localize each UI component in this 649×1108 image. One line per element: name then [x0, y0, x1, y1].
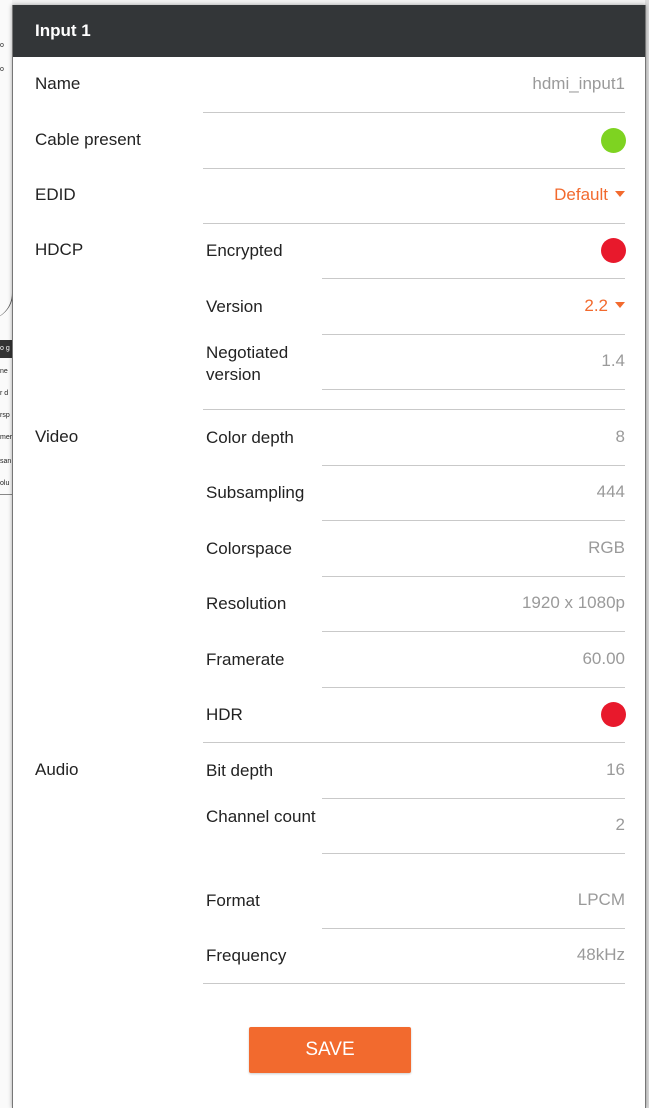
cable-present-label: Cable present — [35, 130, 141, 149]
background-text-fragment: mer — [0, 434, 12, 441]
cable-present-status-indicator — [601, 128, 626, 153]
background-text-fragment: ne — [0, 368, 8, 375]
encrypted-status-indicator — [601, 238, 626, 263]
channel-count-label: Channel count — [206, 807, 316, 826]
channel-count-value: 2 — [615, 815, 625, 834]
hdcp-version-dropdown[interactable]: 2.2 — [584, 296, 625, 316]
background-text-fragment: r d — [0, 390, 9, 397]
field-row-video-framerate: Framerate 60.00 — [13, 632, 645, 688]
frequency-label: Frequency — [206, 946, 287, 965]
save-button[interactable]: SAVE — [249, 1027, 411, 1073]
field-row-video-hdr: HDR — [13, 687, 645, 743]
colorspace-value: RGB — [588, 538, 625, 557]
version-label: Version — [206, 297, 263, 316]
bit-depth-label: Bit depth — [206, 761, 274, 780]
field-row-edid: EDID Default — [13, 168, 645, 224]
background-text-fragment: olu — [0, 480, 10, 487]
edid-dropdown-value: Default — [554, 185, 608, 204]
hdcp-version-dropdown-value: 2.2 — [584, 296, 608, 315]
background-text-fragment: o — [0, 66, 4, 73]
row-divider — [203, 983, 625, 984]
field-row-hdcp-encrypted: HDCP Encrypted — [13, 223, 645, 279]
panel-title: Input 1 — [35, 21, 91, 40]
resolution-value: 1920 x 1080p — [521, 593, 625, 612]
resolution-label: Resolution — [206, 594, 287, 613]
field-row-cable-present: Cable present — [13, 113, 645, 169]
field-row-hdcp-version: Version 2.2 — [13, 279, 645, 335]
field-row-video-subsampling: Subsampling 444 — [13, 465, 645, 521]
chevron-down-icon — [615, 191, 625, 197]
subsampling-value: 444 — [596, 482, 625, 501]
field-row-audio-channel-count: Channel count 2 — [13, 798, 645, 854]
background-divider — [0, 494, 12, 495]
field-row-audio-format: Format LPCM — [13, 873, 645, 929]
field-row-video-resolution: Resolution 1920 x 1080p — [13, 576, 645, 632]
field-row-hdcp-negotiated-version: Negotiated version 1.4 — [13, 334, 645, 390]
audio-section-label: Audio — [35, 760, 79, 779]
background-page-left: o o o g ne r d rsp mer san olu — [0, 0, 12, 1108]
name-label: Name — [35, 74, 81, 93]
background-text-fragment: san — [0, 458, 12, 465]
hdr-label: HDR — [206, 705, 243, 724]
hdcp-section-label: HDCP — [35, 240, 84, 259]
field-row-video-color-depth: Video Color depth 8 — [13, 410, 645, 466]
color-depth-label: Color depth — [206, 428, 294, 447]
name-value: hdmi_input1 — [532, 74, 625, 93]
edid-dropdown[interactable]: Default — [554, 185, 625, 205]
background-curve — [0, 230, 12, 320]
row-divider — [322, 389, 625, 390]
framerate-label: Framerate — [206, 650, 285, 669]
format-value: LPCM — [577, 890, 625, 909]
background-text-fragment: o g — [0, 345, 10, 352]
input-settings-panel: Input 1 Name hdmi_input1 Cable present E… — [12, 5, 646, 1108]
field-row-name: Name hdmi_input1 — [13, 57, 645, 113]
hdr-status-indicator — [601, 702, 626, 727]
chevron-down-icon — [615, 302, 625, 308]
bit-depth-value: 16 — [606, 760, 625, 779]
background-text-fragment: rsp — [0, 412, 10, 419]
framerate-value: 60.00 — [582, 649, 625, 668]
negotiated-version-value: 1.4 — [601, 351, 625, 370]
background-text-fragment: o — [0, 42, 4, 49]
field-row-audio-bit-depth: Audio Bit depth 16 — [13, 743, 645, 799]
colorspace-label: Colorspace — [206, 539, 292, 558]
field-row-video-colorspace: Colorspace RGB — [13, 521, 645, 577]
panel-header: Input 1 — [13, 5, 645, 57]
color-depth-value: 8 — [615, 427, 625, 446]
encrypted-label: Encrypted — [206, 241, 283, 260]
edid-label: EDID — [35, 185, 76, 204]
subsampling-label: Subsampling — [206, 483, 305, 502]
video-section-label: Video — [35, 427, 79, 446]
frequency-value: 48kHz — [576, 945, 625, 964]
negotiated-version-label: Negotiated version — [206, 343, 289, 384]
format-label: Format — [206, 891, 260, 910]
field-row-audio-frequency: Frequency 48kHz — [13, 928, 645, 984]
row-divider — [322, 853, 625, 854]
